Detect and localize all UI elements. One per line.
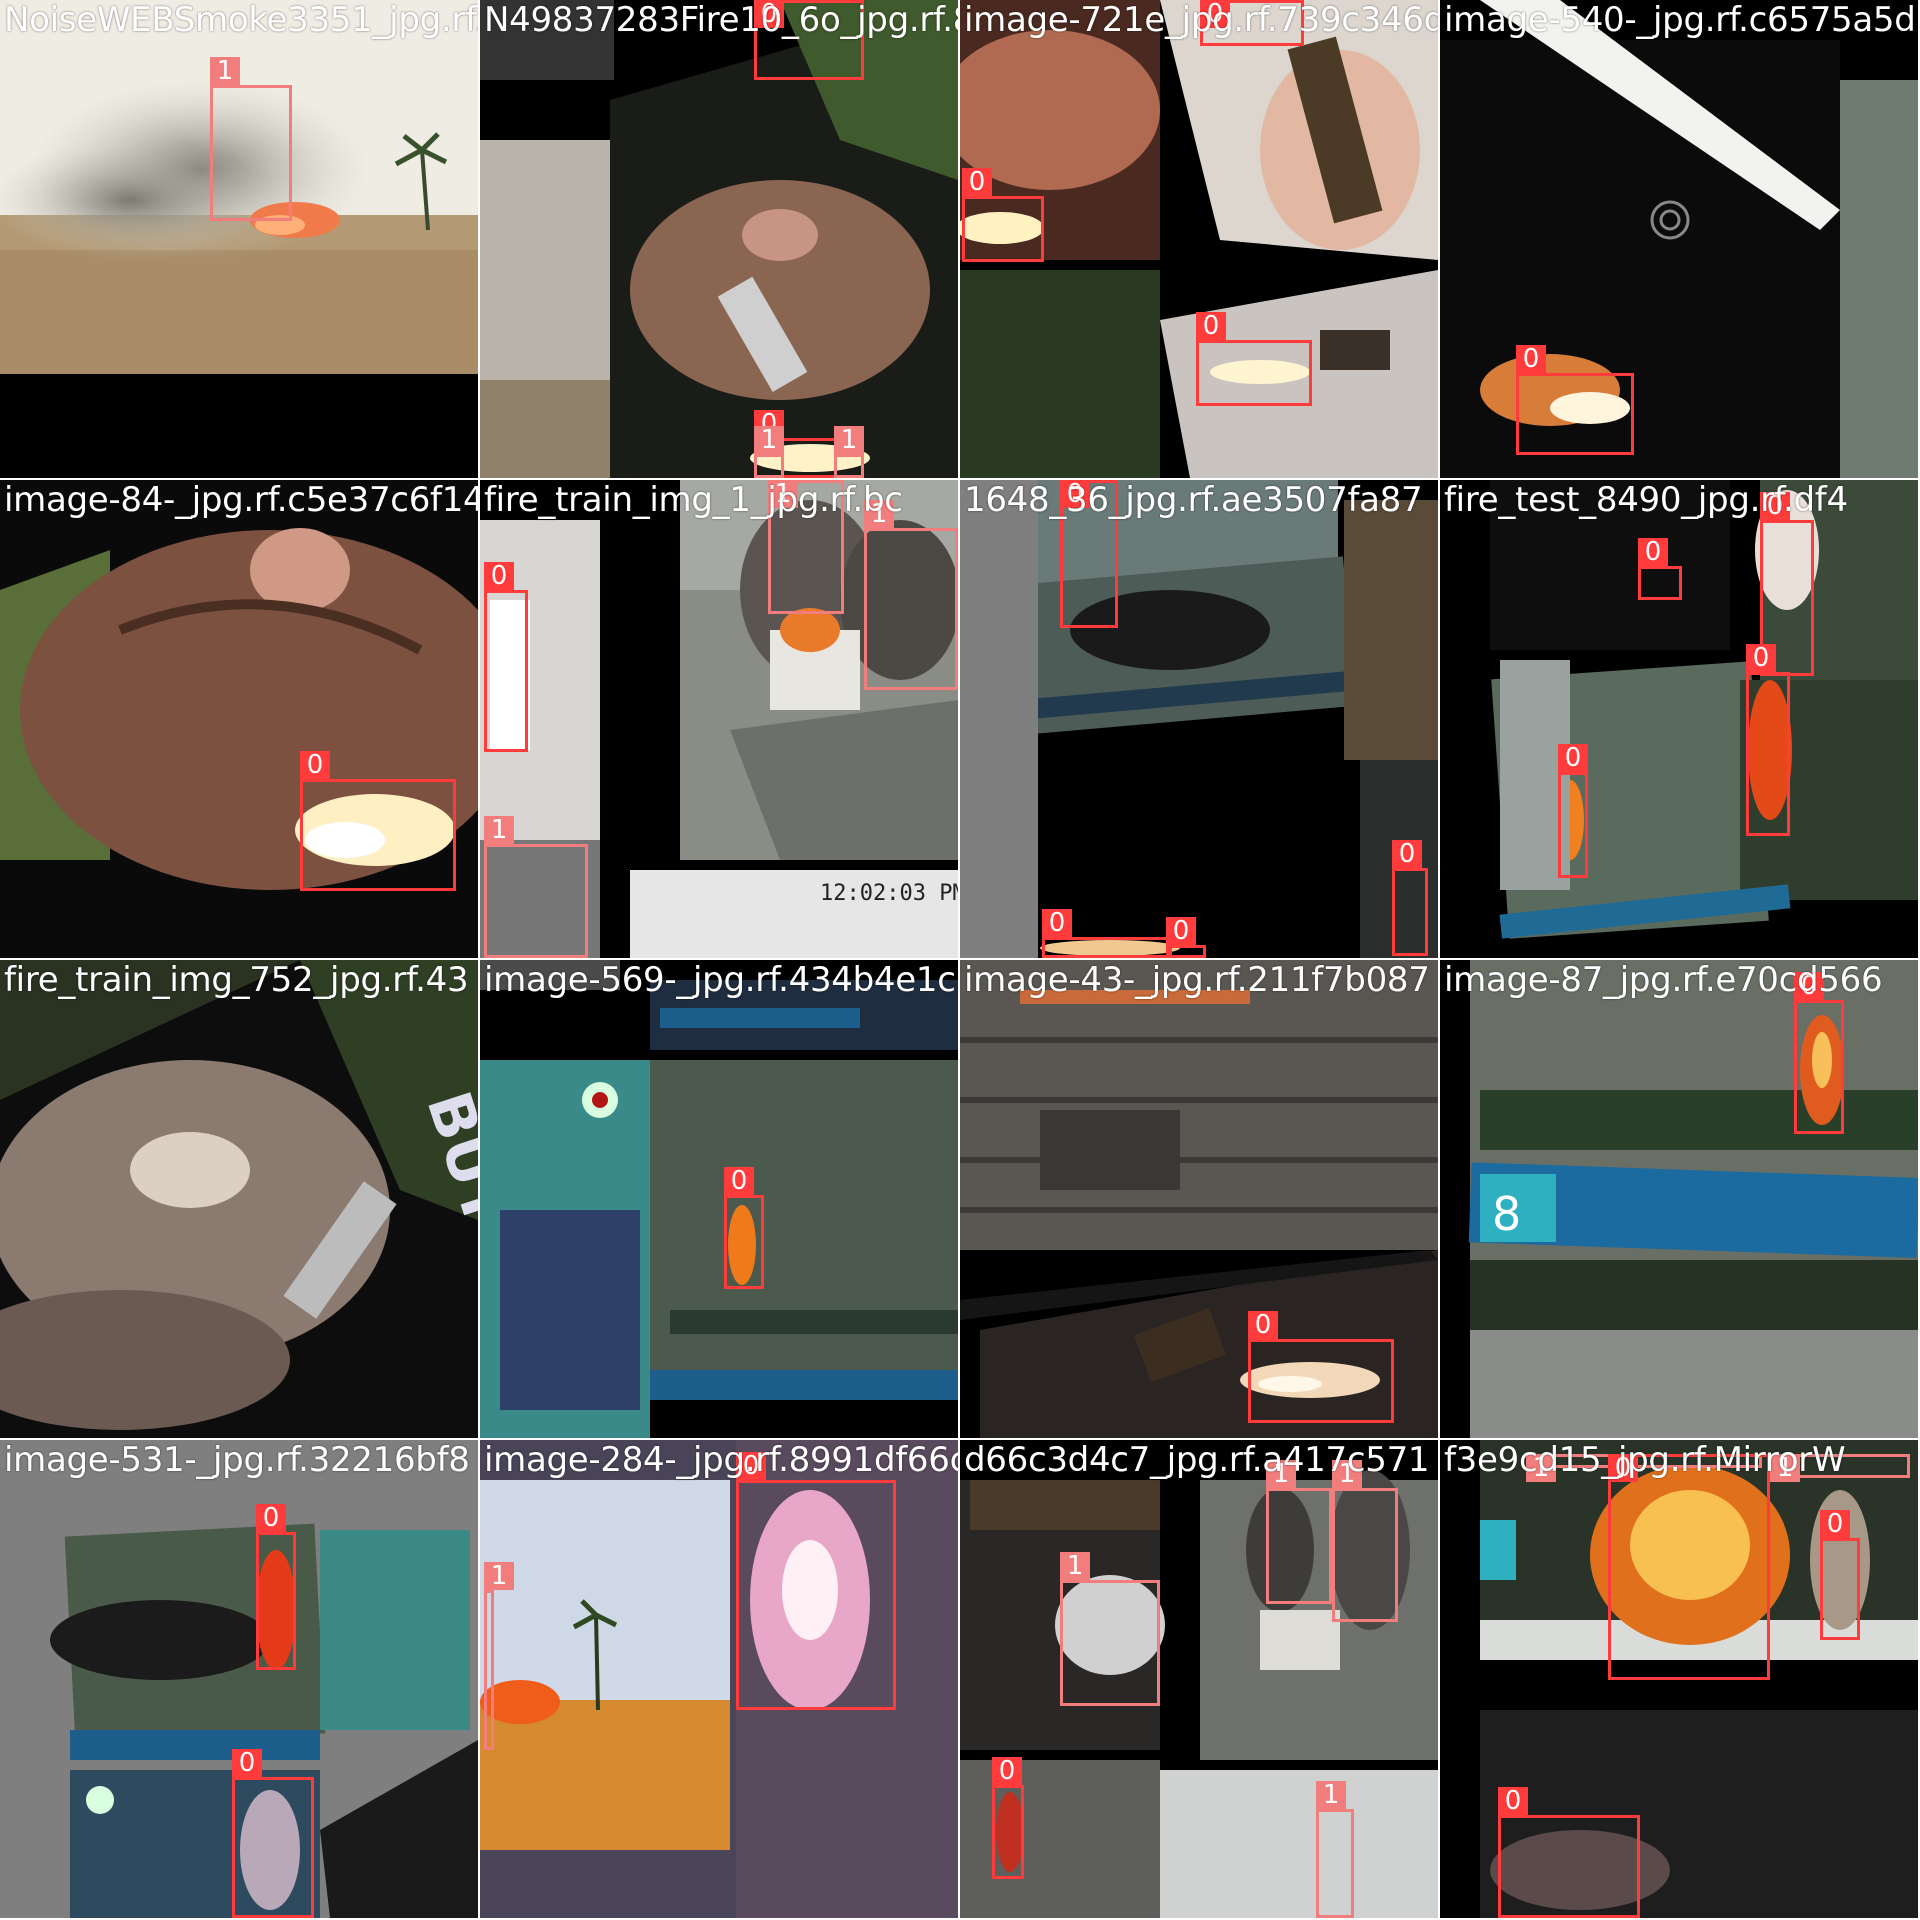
mosaic-tile: 0 0 0 0 1648_36_jpg.rf.ae3507fa87 [960, 480, 1438, 958]
class-label: 0 [1820, 1510, 1850, 1538]
detection-box: 0 [1196, 312, 1312, 406]
svg-text:8: 8 [1492, 1187, 1521, 1241]
mosaic-tile: 0 0 image-531-_jpg.rf.32216bf8 [0, 1440, 478, 1918]
detection-box: 1 [834, 426, 864, 478]
detection-box: 0 [232, 1749, 314, 1918]
tile-filename: d66c3d4c7_jpg.rf.a417c571 [964, 1440, 1430, 1480]
mosaic-tile: 0 image-540-_jpg.rf.c6575a5d3 [1440, 0, 1918, 478]
mosaic-tile: BUT fire_train_img_752_jpg.rf.43 [0, 960, 478, 1438]
tile-filename: N49837283Fire10_6o_jpg.rf.8a [484, 0, 958, 40]
detection-box: 0 [1248, 1311, 1394, 1423]
mosaic-tile: 0 image-84-_jpg.rf.c5e37c6f14 [0, 480, 478, 958]
tile-filename: image-84-_jpg.rf.c5e37c6f14 [4, 480, 478, 520]
mosaic-tile: 0 image-43-_jpg.rf.211f7b087 [960, 960, 1438, 1438]
mosaic-tile: 12:02:03 PM 1 1 0 1 fire_train_img_1_jpg.rf.b… [480, 480, 958, 958]
detection-box: 0 [484, 562, 528, 752]
tile-filename: NoiseWEBSmoke3351_jpg.rf. [4, 0, 478, 40]
detection-box: 0 [1516, 345, 1634, 455]
tile-filename: fire_train_img_1_jpg.rf.bc [484, 480, 903, 520]
class-label: 1 [484, 816, 514, 844]
detection-box: 1 [1332, 1460, 1398, 1622]
mosaic-tile: 0 0 1 1 N49837283Fire10_6o_jpg.rf.8a [480, 0, 958, 478]
detection-box: 0 [1608, 1454, 1770, 1680]
class-label: 0 [962, 168, 992, 196]
detection-box: 1 [754, 426, 784, 478]
class-label: 0 [1042, 909, 1072, 937]
class-label: 0 [1166, 917, 1196, 945]
class-label: 0 [1558, 744, 1588, 772]
detection-box: 0 [1042, 909, 1172, 958]
mosaic-tile: 0 0 0 0 fire_test_8490_jpg.rf.df4 [1440, 480, 1918, 958]
tile-filename: fire_train_img_752_jpg.rf.43 [4, 960, 469, 1000]
detection-box: 0 [1638, 538, 1682, 600]
class-label: 0 [232, 1749, 262, 1777]
class-label: 0 [484, 562, 514, 590]
detection-box: 0 [992, 1757, 1024, 1879]
tile-filename: image-87_jpg.rf.e70cd566 [1444, 960, 1883, 1000]
detection-box: 0 [724, 1167, 764, 1289]
detection-box: 0 [1166, 917, 1206, 958]
detection-box: 1 [1060, 1552, 1160, 1706]
tile-photo: 8 [1440, 960, 1918, 1438]
mosaic-tile: 1 0 1 0 0 f3e9cd15_jpg.rf.MirrorW [1440, 1440, 1918, 1918]
class-label: 1 [834, 426, 864, 454]
mosaic-tile: 8 0 image-87_jpg.rf.e70cd566 [1440, 960, 1918, 1438]
detection-box: 1 [484, 816, 588, 958]
class-label: 0 [300, 751, 330, 779]
class-label: 0 [1248, 1311, 1278, 1339]
detection-box: 1 [1266, 1460, 1332, 1604]
tile-filename: f3e9cd15_jpg.rf.MirrorW [1444, 1440, 1846, 1480]
mosaic-tile: 1 NoiseWEBSmoke3351_jpg.rf. [0, 0, 478, 478]
detection-box: 0 [300, 751, 456, 891]
class-label: 1 [484, 1562, 514, 1590]
class-label: 0 [256, 1504, 286, 1532]
class-label: 0 [1392, 840, 1422, 868]
mosaic-tile: 1 1 1 0 1 d66c3d4c7_jpg.rf.a417c571 [960, 1440, 1438, 1918]
class-label: 0 [1196, 312, 1226, 340]
tile-photo [1440, 480, 1918, 958]
tile-photo [1440, 0, 1918, 478]
class-label: 0 [724, 1167, 754, 1195]
class-label: 1 [754, 426, 784, 454]
tile-photo [480, 960, 958, 1438]
detection-box: 0 [962, 168, 1044, 262]
detection-box: 0 [256, 1504, 296, 1670]
tile-filename: 1648_36_jpg.rf.ae3507fa87 [964, 480, 1423, 520]
tile-filename: image-721e_jpg.rf.739c346dc [964, 0, 1438, 40]
class-label: 0 [1516, 345, 1546, 373]
class-label: 1 [1060, 1552, 1090, 1580]
detection-box: 1 [1316, 1781, 1354, 1918]
detection-box: 0 [1746, 644, 1790, 836]
detection-box: 1 [210, 57, 292, 221]
class-label: 1 [1316, 1781, 1346, 1809]
detection-box: 0 [1794, 972, 1844, 1134]
mosaic-tile: 0 1 image-284-_jpg.rf.8991df66c [480, 1440, 958, 1918]
class-label: 0 [992, 1757, 1022, 1785]
detection-box: 0 [1558, 744, 1588, 878]
svg-text:12:02:03 PM: 12:02:03 PM [820, 881, 958, 906]
detection-box: 1 [484, 1562, 514, 1750]
tile-photo [480, 0, 958, 478]
class-label: 0 [1746, 644, 1776, 672]
mosaic-tile: 0 0 0 image-721e_jpg.rf.739c346dc [960, 0, 1438, 478]
tile-photo [960, 480, 1438, 958]
detection-box: 0 [1392, 840, 1428, 956]
tile-filename: image-540-_jpg.rf.c6575a5d3 [1444, 0, 1918, 40]
tile-filename: image-284-_jpg.rf.8991df66c [484, 1440, 958, 1480]
tile-filename: image-531-_jpg.rf.32216bf8 [4, 1440, 470, 1480]
class-label: 0 [1638, 538, 1668, 566]
detection-batch-mosaic: 1 NoiseWEBSmoke3351_jpg.rf. 0 0 1 1 N49837283… [0, 0, 1920, 1920]
tile-filename: image-43-_jpg.rf.211f7b087 [964, 960, 1430, 1000]
tile-photo: BUT [0, 960, 478, 1438]
tile-filename: image-569-_jpg.rf.434b4e1c [484, 960, 956, 1000]
tile-filename: fire_test_8490_jpg.rf.df4 [1444, 480, 1848, 520]
class-label: 0 [1498, 1787, 1528, 1815]
detection-box: 0 [736, 1452, 896, 1710]
mosaic-tile: 0 image-569-_jpg.rf.434b4e1c [480, 960, 958, 1438]
detection-box: 0 [1498, 1787, 1640, 1918]
class-label: 1 [210, 57, 240, 85]
detection-box: 0 [1820, 1510, 1860, 1640]
detection-box: 1 [864, 500, 958, 690]
